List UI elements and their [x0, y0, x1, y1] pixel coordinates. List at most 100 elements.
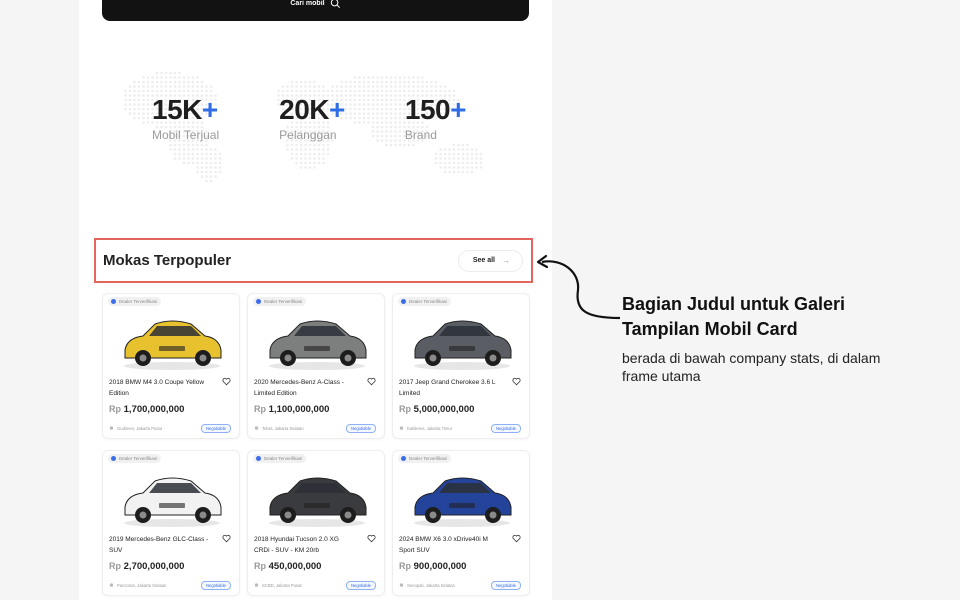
car-card[interactable]: Dealer Terverifikasi 2018 BMW M4 3.0 Coup…: [102, 293, 240, 439]
car-title: 2020 Mercedes-Benz A-Class - Limited Edi…: [254, 379, 344, 397]
badge-label: Dealer Terverifikasi: [119, 299, 158, 304]
negotiable-badge: Negotiable: [490, 424, 521, 433]
stat-sold: 15K+ Mobil Terjual: [152, 94, 220, 143]
arrow-right-icon: →: [502, 256, 510, 265]
location-pin-icon: [254, 426, 259, 430]
car-price: Rp 450,000,000: [254, 561, 321, 572]
see-all-button[interactable]: See all →: [457, 249, 523, 272]
negotiable-badge: Negotiable: [345, 581, 376, 590]
verified-icon: [256, 299, 261, 304]
location-label: SCBD, Jakarta Pusat: [262, 583, 302, 588]
location-pin-icon: [109, 583, 114, 587]
negotiable-badge: Negotiable: [200, 424, 231, 433]
currency-label: Rp: [109, 561, 121, 571]
car-location: Senopati, Jakarta Selatan: [399, 583, 455, 588]
car-location: Pancoran, Jakarta Selatan: [109, 583, 166, 588]
price-value: 1,700,000,000: [123, 404, 185, 415]
heart-icon[interactable]: [367, 377, 376, 386]
car-card[interactable]: Dealer Terverifikasi 2017 Jeep Grand Cher…: [392, 293, 530, 439]
main-frame: Cari mobil 15K+ Mobil Terjual 20K+ Pelan…: [79, 0, 552, 600]
verified-dealer-badge: Dealer Terverifikasi: [398, 454, 452, 463]
heart-icon[interactable]: [512, 377, 521, 386]
stat-customers: 20K+ Pelanggan: [279, 94, 345, 143]
car-title: 2024 BMW X6 3.0 xDrive40i M Sport SUV: [399, 536, 488, 554]
badge-label: Dealer Terverifikasi: [264, 299, 303, 304]
location-label: Gudimen, Jakarta Pusat: [117, 426, 162, 431]
negotiable-badge: Negotiable: [490, 581, 521, 590]
verified-icon: [111, 456, 116, 461]
location-label: Kalideres, Jakarta Timur: [407, 426, 453, 431]
search-icon: [330, 0, 340, 8]
car-card[interactable]: Dealer Terverifikasi 2018 Hyundai Tucson …: [247, 450, 385, 596]
location-pin-icon: [254, 583, 259, 587]
car-image: [269, 477, 367, 527]
car-price: Rp 1,100,000,000: [254, 404, 329, 415]
location-pin-icon: [399, 583, 404, 587]
annotation-note: Bagian Judul untuk Galeri Tampilan Mobil…: [622, 292, 912, 385]
car-image: [124, 320, 222, 370]
car-price: Rp 5,000,000,000: [399, 404, 474, 415]
stat-plus: +: [450, 94, 466, 125]
heart-icon[interactable]: [512, 534, 521, 543]
car-location: Kalideres, Jakarta Timur: [399, 426, 452, 431]
price-value: 2,700,000,000: [123, 561, 185, 572]
car-location: SCBD, Jakarta Pusat: [254, 583, 302, 588]
currency-label: Rp: [399, 404, 411, 414]
car-image: [414, 320, 512, 370]
badge-label: Dealer Terverifikasi: [409, 456, 448, 461]
company-stats: 15K+ Mobil Terjual 20K+ Pelanggan 150+ B…: [152, 94, 467, 143]
car-price: Rp 1,700,000,000: [109, 404, 184, 415]
car-title: 2019 Mercedes-Benz GLC-Class - SUV: [109, 536, 209, 554]
stat-label: Brand: [404, 128, 437, 142]
price-value: 1,100,000,000: [268, 404, 330, 415]
search-label: Cari mobil: [290, 0, 325, 7]
see-all-label: See all: [472, 257, 495, 264]
verified-icon: [256, 456, 261, 461]
location-label: Tebet, Jakarta Selatan: [262, 426, 304, 431]
search-button[interactable]: Cari mobil: [102, 0, 529, 21]
car-image: [414, 477, 512, 527]
stat-label: Mobil Terjual: [152, 128, 220, 142]
car-location: Tebet, Jakarta Selatan: [254, 426, 304, 431]
verified-icon: [401, 299, 406, 304]
heart-icon[interactable]: [222, 534, 231, 543]
annotation-title: Bagian Judul untuk Galeri Tampilan Mobil…: [622, 294, 846, 339]
currency-label: Rp: [399, 561, 411, 571]
price-value: 900,000,000: [413, 561, 467, 572]
verified-dealer-badge: Dealer Terverifikasi: [253, 297, 307, 306]
verified-dealer-badge: Dealer Terverifikasi: [253, 454, 307, 463]
car-title: 2017 Jeep Grand Cherokee 3.6 L Limited: [399, 379, 496, 397]
car-title: 2018 Hyundai Tucson 2.0 XG CRDi - SUV - …: [254, 536, 339, 554]
car-price: Rp 900,000,000: [399, 561, 466, 572]
stat-plus: +: [329, 94, 345, 125]
car-location: Gudimen, Jakarta Pusat: [109, 426, 162, 431]
car-card[interactable]: Dealer Terverifikasi 2019 Mercedes-Benz G…: [102, 450, 240, 596]
verified-icon: [111, 299, 116, 304]
car-image: [124, 477, 222, 527]
annotation-description: berada di bawah company stats, di dalam …: [622, 350, 881, 384]
car-price: Rp 2,700,000,000: [109, 561, 184, 572]
stat-value: 20K: [279, 94, 330, 125]
negotiable-badge: Negotiable: [345, 424, 376, 433]
badge-label: Dealer Terverifikasi: [409, 299, 448, 304]
currency-label: Rp: [254, 561, 266, 571]
stat-plus: +: [201, 94, 218, 125]
badge-label: Dealer Terverifikasi: [119, 456, 158, 461]
stat-brands: 150+ Brand: [404, 94, 467, 143]
car-card[interactable]: Dealer Terverifikasi 2024 BMW X6 3.0 xDri…: [392, 450, 530, 596]
car-card[interactable]: Dealer Terverifikasi 2020 Mercedes-Benz A…: [247, 293, 385, 439]
currency-label: Rp: [254, 404, 266, 414]
heart-icon[interactable]: [222, 377, 231, 386]
price-value: 450,000,000: [268, 561, 322, 572]
car-title: 2018 BMW M4 3.0 Coupe Yellow Edition: [109, 379, 205, 397]
currency-label: Rp: [109, 404, 121, 414]
price-value: 5,000,000,000: [413, 404, 475, 415]
stat-value: 15K: [152, 94, 202, 125]
verified-dealer-badge: Dealer Terverifikasi: [108, 297, 162, 306]
verified-dealer-badge: Dealer Terverifikasi: [398, 297, 452, 306]
heart-icon[interactable]: [367, 534, 376, 543]
location-label: Senopati, Jakarta Selatan: [407, 583, 455, 588]
location-pin-icon: [109, 426, 114, 430]
section-header: Mokas Terpopuler See all →: [94, 238, 533, 283]
curved-arrow-icon: [536, 254, 621, 320]
